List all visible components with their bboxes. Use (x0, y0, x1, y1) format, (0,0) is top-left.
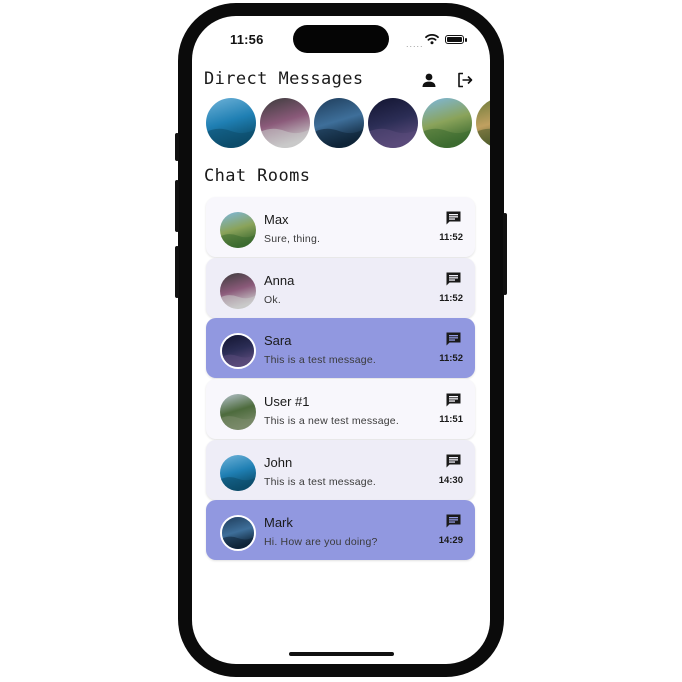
room-avatar (220, 394, 256, 431)
last-message: Sure, thing. (264, 233, 321, 245)
dm-avatar[interactable] (476, 98, 490, 148)
volume-down-button (175, 246, 179, 298)
dm-avatar[interactable] (260, 98, 310, 148)
room-avatar (220, 333, 256, 370)
chat-room-item[interactable]: Anna Ok. 11:52 (206, 257, 475, 318)
battery-icon (445, 35, 467, 44)
room-name: John (264, 454, 293, 470)
last-message: This is a new test message. (264, 415, 399, 428)
room-avatar (220, 212, 256, 248)
dm-avatar[interactable] (314, 98, 364, 148)
person-icon (422, 73, 436, 87)
chat-room-item[interactable]: User #1 This is a new test message. 11:51 (206, 379, 475, 440)
logout-icon (458, 72, 473, 88)
dm-avatar[interactable] (422, 98, 472, 148)
signal-indicator: ..... (406, 39, 424, 49)
status-time: 11:56 (230, 32, 264, 47)
wifi-icon (425, 34, 439, 45)
chat-bubble-icon (446, 272, 461, 286)
chat-room-item[interactable]: Sara This is a test message. 11:52 (206, 318, 475, 379)
screen: 11:56 ..... Direct Messages Chat Rooms M… (192, 16, 490, 664)
dm-avatar[interactable] (206, 98, 256, 148)
chat-room-item[interactable]: Max Sure, thing. 11:52 (206, 197, 475, 257)
chat-bubble-icon (446, 514, 461, 528)
direct-messages-strip[interactable] (206, 98, 490, 150)
chat-bubble-icon (446, 393, 461, 407)
message-time: 11:52 (439, 292, 463, 304)
room-avatar (220, 515, 256, 552)
message-time: 11:52 (439, 232, 463, 243)
room-name: Sara (264, 333, 292, 349)
home-indicator[interactable] (289, 652, 394, 656)
chat-room-item[interactable]: Mark Hi. How are you doing? 14:29 (206, 500, 475, 561)
last-message: This is a test message. (264, 475, 376, 488)
last-message: This is a test message. (264, 354, 376, 367)
room-name: Mark (264, 515, 293, 531)
message-time: 11:52 (439, 353, 463, 365)
message-time: 14:29 (438, 535, 463, 547)
room-avatar (220, 272, 256, 309)
section-title: Chat Rooms (204, 166, 311, 186)
volume-up-button (175, 180, 179, 232)
room-name: Max (264, 212, 289, 227)
chat-bubble-icon (446, 332, 461, 346)
chat-room-list: Max Sure, thing. 11:52 Anna Ok. 11:52 Sara This… (206, 197, 475, 561)
message-time: 14:30 (438, 474, 463, 486)
action-button (175, 133, 179, 161)
last-message: Hi. How are you doing? (264, 536, 378, 549)
room-avatar (220, 454, 256, 491)
chat-bubble-icon (446, 454, 461, 468)
page-title: Direct Messages (204, 69, 364, 89)
profile-button[interactable] (418, 69, 440, 91)
dm-avatar[interactable] (368, 98, 418, 148)
last-message: Ok. (264, 293, 281, 306)
message-time: 11:51 (439, 414, 463, 426)
room-name: Anna (264, 272, 295, 288)
dynamic-island (293, 25, 389, 53)
logout-button[interactable] (454, 69, 476, 91)
room-name: User #1 (264, 394, 310, 410)
chat-bubble-icon (446, 211, 461, 225)
status-bar: 11:56 ..... (192, 16, 490, 62)
power-button (503, 213, 507, 295)
chat-room-item[interactable]: John This is a test message. 14:30 (206, 439, 475, 500)
